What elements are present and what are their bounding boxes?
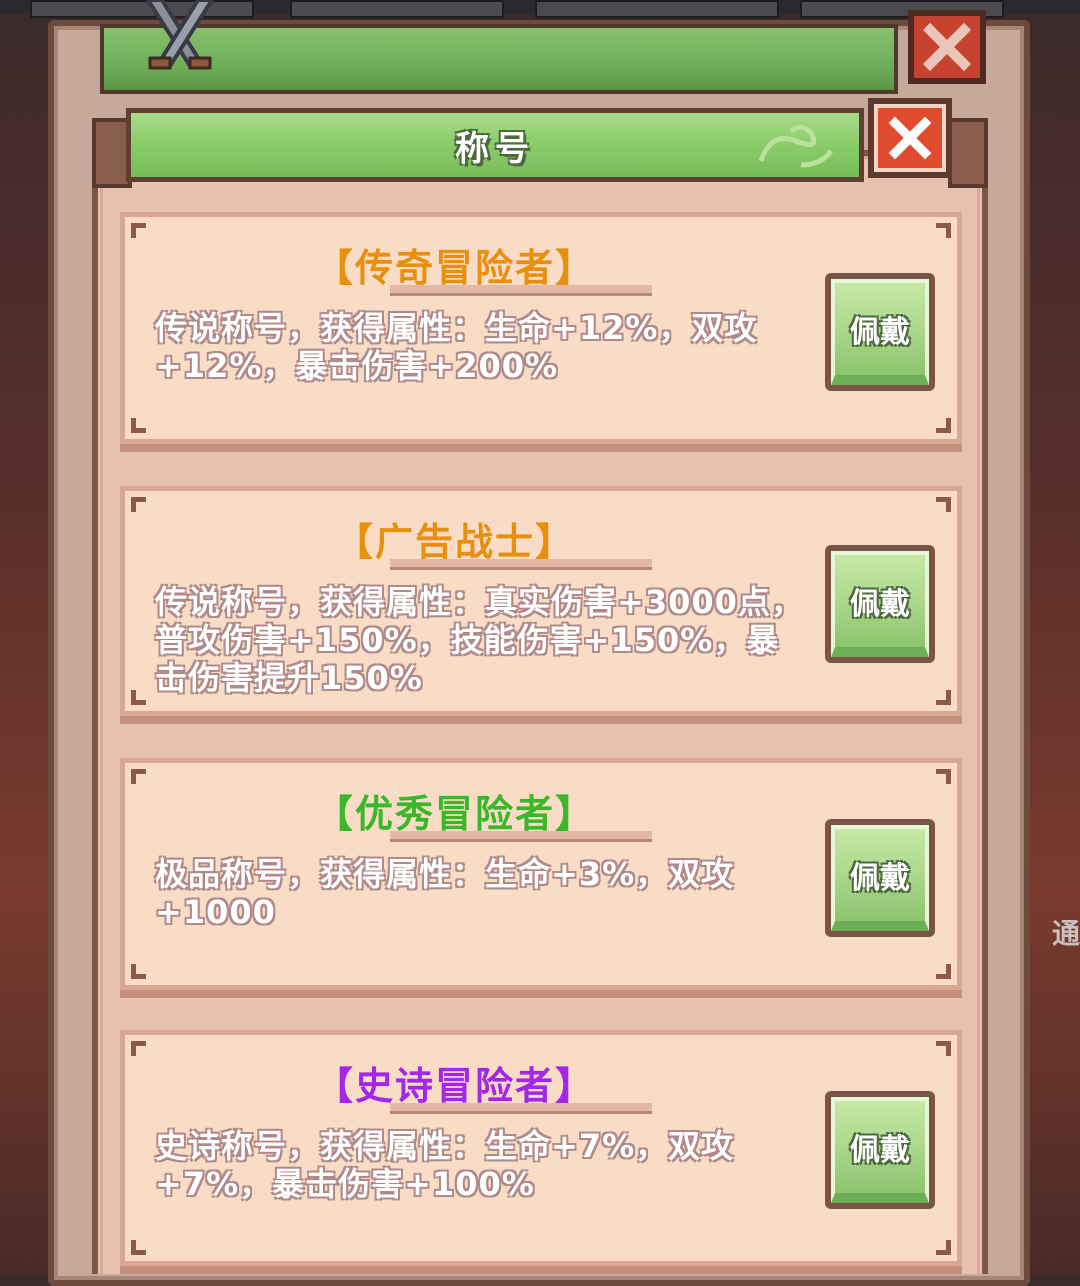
title-name: 【优秀冒险者】 <box>125 783 785 842</box>
close-icon <box>888 116 932 160</box>
background-close-button <box>908 10 986 84</box>
title-description: 传说称号，获得属性：真实伤害+3000点，普攻伤害+150%，技能伤害+150%… <box>155 583 804 697</box>
title-description: 史诗称号，获得属性：生命+7%，双攻+7%，暴击伤害+100% <box>155 1127 735 1203</box>
wear-button[interactable]: 佩戴 <box>825 545 935 663</box>
title-card-legendary-adventurer: 【传奇冒险者】 传说称号，获得属性：生命+12%，双攻+12%，暴击伤害+200… <box>120 212 962 444</box>
cloud-swirl-decoration <box>758 125 834 168</box>
title-description: 极品称号，获得属性：生命+3%，双攻+1000 <box>155 855 735 931</box>
wear-button[interactable]: 佩戴 <box>825 273 935 391</box>
dialog-title: 称号 <box>455 128 535 169</box>
title-card-excellent-adventurer: 【优秀冒险者】 极品称号，获得属性：生命+3%，双攻+1000 佩戴 <box>120 758 962 990</box>
title-card-epic-adventurer: 【史诗冒险者】 史诗称号，获得属性：生命+7%，双攻+7%，暴击伤害+100% … <box>120 1030 962 1266</box>
title-name: 【史诗冒险者】 <box>125 1055 785 1114</box>
wear-button-label: 佩戴 <box>850 861 910 896</box>
close-button[interactable] <box>868 98 952 178</box>
wear-button-label: 佩戴 <box>850 1133 910 1168</box>
background-peek-text: 通 <box>1051 917 1080 950</box>
crossed-swords-icon <box>140 0 220 78</box>
title-description: 传说称号，获得属性：生命+12%，双攻+12%，暴击伤害+200% <box>155 309 758 385</box>
title-name: 【传奇冒险者】 <box>125 237 785 296</box>
wear-button[interactable]: 佩戴 <box>825 1091 935 1209</box>
dialog-title-bar: 称号 <box>126 108 864 182</box>
wear-button[interactable]: 佩戴 <box>825 819 935 937</box>
wear-button-label: 佩戴 <box>850 315 910 350</box>
header-ornament-right <box>948 118 988 188</box>
title-card-ad-warrior: 【广告战士】 传说称号，获得属性：真实伤害+3000点，普攻伤害+150%，技能… <box>120 486 962 716</box>
title-name: 【广告战士】 <box>125 511 785 570</box>
wear-button-label: 佩戴 <box>850 587 910 622</box>
